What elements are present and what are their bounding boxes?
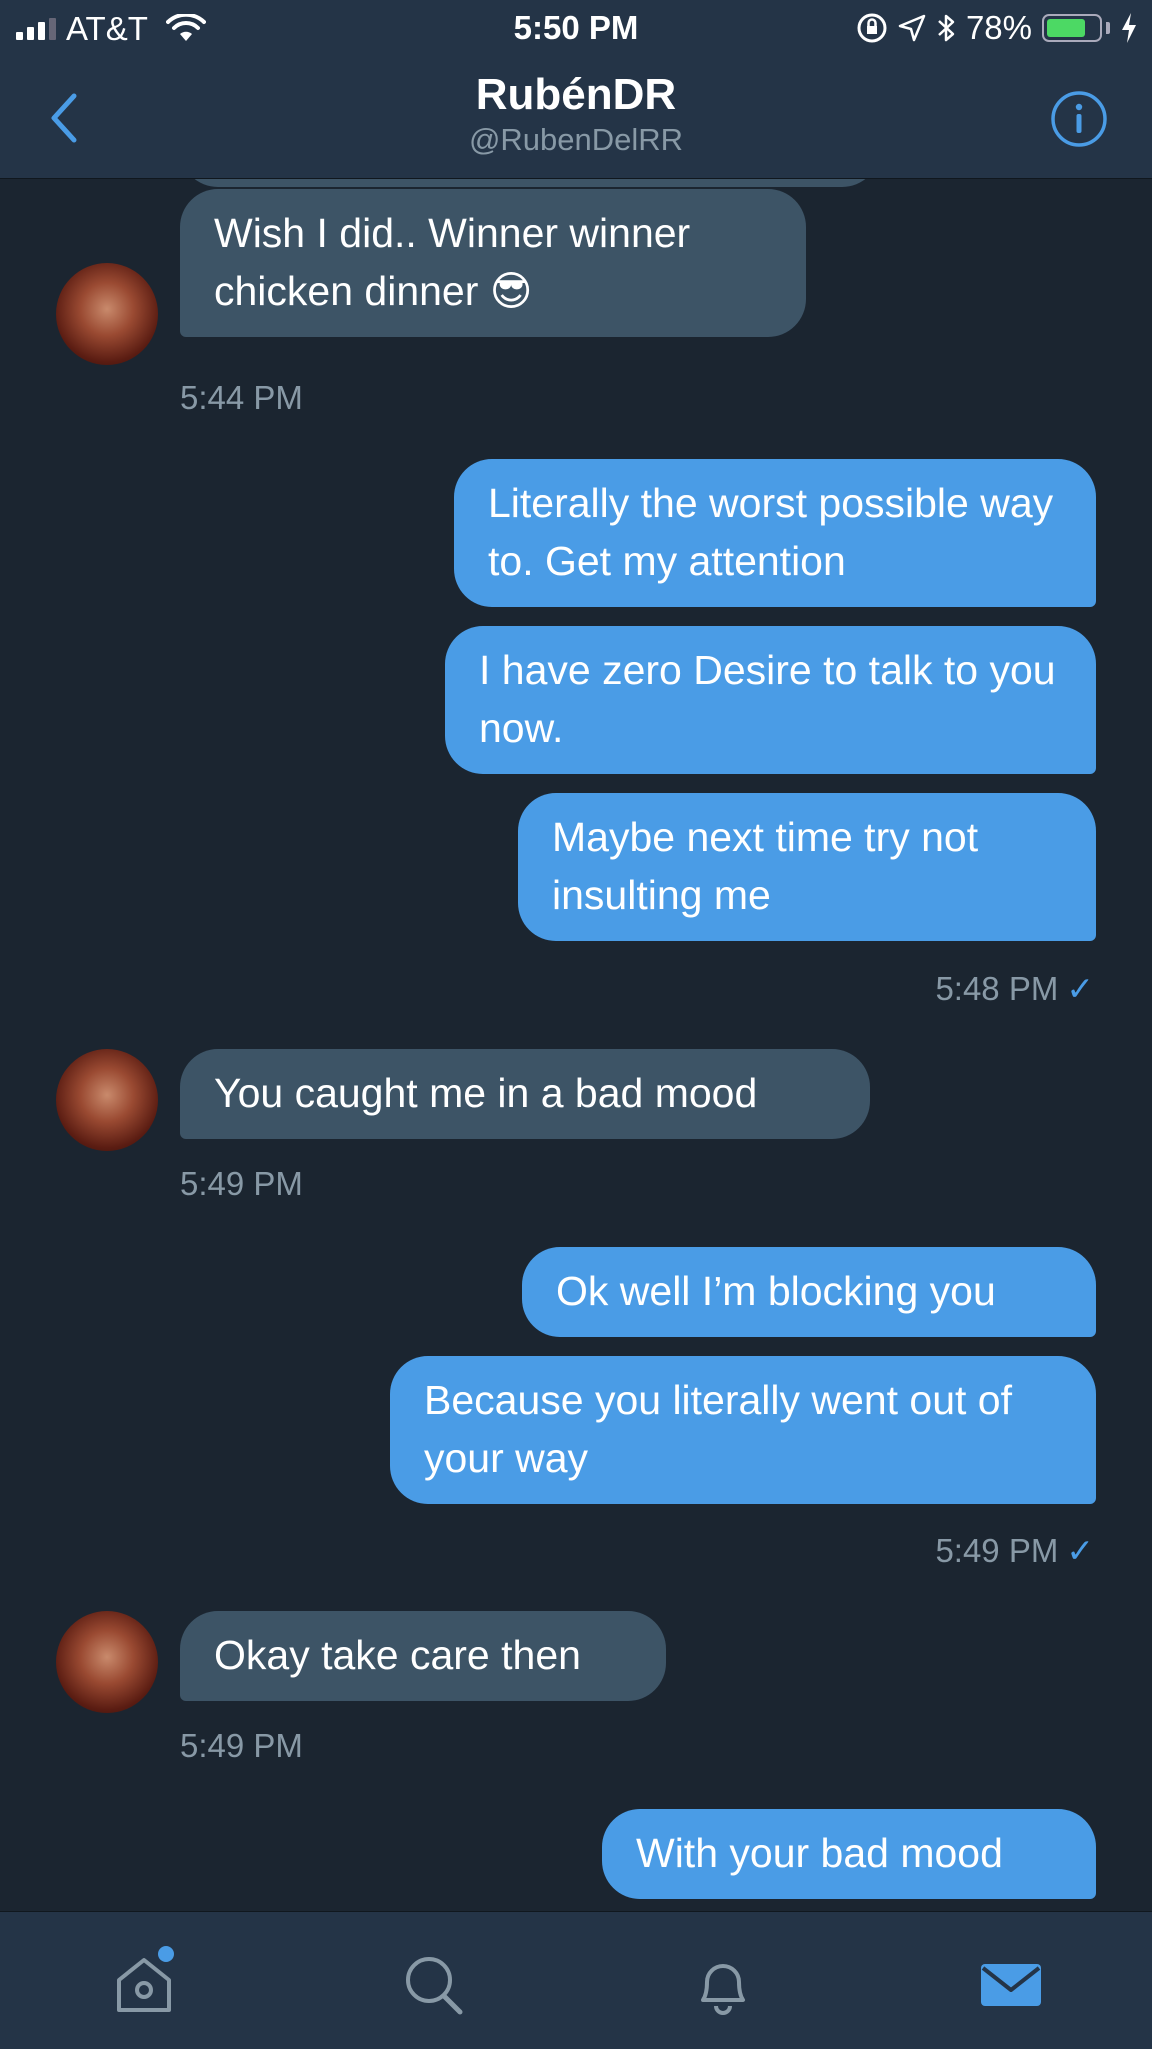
message-timestamp: 5:48 PM ✓	[935, 969, 1094, 1008]
message-text: Because you literally went out of your w…	[424, 1377, 1012, 1481]
read-check-icon: ✓	[1066, 970, 1094, 1007]
read-check-icon: ✓	[1066, 1532, 1094, 1569]
status-bar: AT&T 5:50 PM 78%	[0, 0, 1152, 58]
timestamp-text: 5:48 PM	[935, 970, 1059, 1007]
message-timestamp: 5:44 PM	[180, 379, 303, 416]
notification-badge	[158, 1946, 174, 1962]
incoming-message[interactable]: Okay take care then	[180, 1611, 666, 1701]
bottom-tab-bar	[0, 1911, 1152, 2049]
message-text: I have zero Desire to talk to you now.	[479, 647, 1056, 751]
avatar[interactable]	[56, 1611, 158, 1713]
battery-icon	[1042, 14, 1102, 42]
outgoing-message[interactable]: Because you literally went out of your w…	[390, 1356, 1096, 1504]
outgoing-message[interactable]: Ok well I’m blocking you	[522, 1247, 1096, 1337]
outgoing-message[interactable]: Maybe next time try not insulting me	[518, 793, 1096, 941]
message-timestamp: 5:49 PM ✓	[935, 1531, 1094, 1570]
conversation-title: RubénDR	[475, 70, 677, 119]
outgoing-message[interactable]: I have zero Desire to talk to you now.	[445, 626, 1096, 774]
rotation-lock-icon	[857, 13, 887, 43]
status-right: 78%	[856, 9, 1138, 47]
bluetooth-icon	[938, 14, 955, 42]
battery-level	[1047, 19, 1085, 37]
message-text: Maybe next time try not insulting me	[552, 814, 979, 918]
conversation-title-block[interactable]: RubénDR @RubenDelRR	[0, 70, 1152, 158]
conversation-header: RubénDR @RubenDelRR	[0, 58, 1152, 179]
bell-icon[interactable]	[688, 1950, 758, 2020]
avatar[interactable]	[56, 263, 158, 365]
avatar[interactable]	[56, 1049, 158, 1151]
battery-tip	[1106, 22, 1110, 34]
message-text: Okay take care then	[214, 1632, 581, 1678]
location-icon	[898, 14, 926, 42]
outgoing-message[interactable]: Literally the worst possible way to. Get…	[454, 459, 1096, 607]
battery-percent: 78%	[965, 9, 1032, 46]
conversation-handle: @RubenDelRR	[468, 122, 684, 157]
message-text: Wish I did.. Winner winner chicken dinne…	[214, 210, 691, 314]
message-text: You caught me in a bad mood	[214, 1070, 758, 1116]
timestamp-text: 5:49 PM	[935, 1532, 1059, 1569]
mail-icon[interactable]	[976, 1950, 1046, 2020]
outgoing-message[interactable]: With your bad mood	[602, 1809, 1096, 1899]
search-icon[interactable]	[398, 1950, 468, 2020]
incoming-message[interactable]: Wish I did.. Winner winner chicken dinne…	[180, 189, 806, 337]
charging-icon	[1122, 13, 1136, 43]
message-thread[interactable]: Wish I did.. Winner winner chicken dinne…	[0, 179, 1152, 1911]
message-text: Ok well I’m blocking you	[556, 1268, 996, 1314]
message-text: With your bad mood	[636, 1830, 1003, 1876]
message-timestamp: 5:49 PM	[180, 1165, 303, 1202]
info-icon[interactable]	[1050, 90, 1108, 148]
message-timestamp: 5:49 PM	[180, 1727, 303, 1764]
incoming-message[interactable]: You caught me in a bad mood	[180, 1049, 870, 1139]
message-text: Literally the worst possible way to. Get…	[488, 480, 1054, 584]
previous-message-bubble	[180, 179, 880, 187]
